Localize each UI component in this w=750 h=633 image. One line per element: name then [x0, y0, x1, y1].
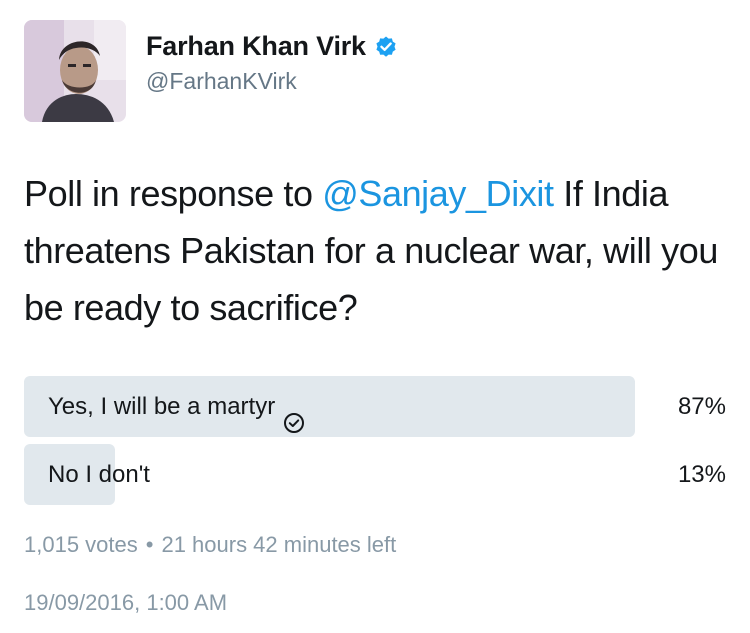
display-name[interactable]: Farhan Khan Virk: [146, 31, 366, 62]
tweet-card: Farhan Khan Virk @FarhanKVirk Poll in re…: [0, 0, 750, 633]
poll-option-label: No I don't: [48, 461, 150, 488]
verified-badge-icon: [374, 35, 398, 59]
poll-meta: 1,015 votes • 21 hours 42 minutes left: [24, 532, 396, 558]
mention-link[interactable]: @Sanjay_Dixit: [322, 173, 554, 214]
poll-option-label: Yes, I will be a martyr: [48, 393, 276, 420]
meta-separator: •: [145, 532, 154, 557]
poll-votes: 1,015 votes: [24, 532, 138, 557]
poll-option: No I don't 13%: [24, 444, 726, 505]
check-circle-icon: [283, 396, 305, 433]
avatar[interactable]: [24, 20, 126, 122]
display-name-row: Farhan Khan Virk: [146, 31, 398, 62]
poll-option-label-row: Yes, I will be a martyr: [48, 376, 305, 437]
poll: Yes, I will be a martyr 87% No I don't 1…: [24, 376, 726, 512]
tweet-text-before: Poll in response to: [24, 173, 323, 214]
poll-option: Yes, I will be a martyr 87%: [24, 376, 726, 437]
tweet-timestamp[interactable]: 19/09/2016, 1:00 AM: [24, 590, 227, 616]
poll-time-left: 21 hours 42 minutes left: [161, 532, 397, 557]
user-names: Farhan Khan Virk @FarhanKVirk: [146, 31, 398, 95]
poll-option-percent: 13%: [677, 461, 726, 488]
poll-option-label-row: No I don't: [48, 444, 150, 505]
avatar-image: [24, 20, 126, 122]
tweet-header: Farhan Khan Virk @FarhanKVirk: [24, 20, 398, 122]
tweet-text: Poll in response to @Sanjay_Dixit If Ind…: [24, 165, 734, 336]
user-handle[interactable]: @FarhanKVirk: [146, 68, 398, 95]
poll-option-percent: 87%: [677, 393, 726, 420]
